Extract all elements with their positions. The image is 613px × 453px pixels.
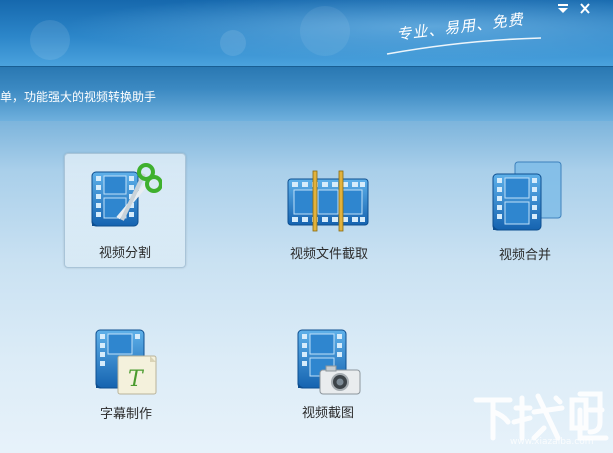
watermark-logo bbox=[473, 391, 609, 441]
app-header: 专业、易用、免费 bbox=[0, 0, 613, 66]
tool-label: 视频文件截取 bbox=[289, 247, 368, 262]
bubble-decoration bbox=[30, 20, 70, 60]
bubble-decoration bbox=[300, 6, 350, 56]
tool-label: 字幕制作 bbox=[99, 407, 152, 422]
swoosh-decoration bbox=[386, 37, 542, 55]
tool-label: 视频截图 bbox=[301, 406, 354, 421]
tool-label: 视频合并 bbox=[498, 248, 551, 263]
description-bar: 单，功能强大的视频转换助手 bbox=[0, 66, 613, 121]
film-merge-icon bbox=[492, 161, 562, 231]
tool-video-merge[interactable]: 视频合并 bbox=[475, 160, 575, 266]
tool-video-clip[interactable]: 视频文件截取 bbox=[270, 163, 388, 266]
film-clip-icon bbox=[287, 170, 369, 232]
close-icon[interactable] bbox=[578, 0, 592, 14]
watermark-url: www.xiazaiba.com bbox=[510, 437, 594, 447]
tool-label: 视频分割 bbox=[98, 246, 151, 261]
film-camera-icon bbox=[297, 329, 361, 395]
tool-subtitle-make[interactable]: T 字幕制作 bbox=[78, 326, 174, 424]
app-description: 单，功能强大的视频转换助手 bbox=[0, 90, 157, 104]
tool-video-split[interactable]: 视频分割 bbox=[64, 153, 186, 268]
tool-video-screenshot[interactable]: 视频截图 bbox=[282, 326, 374, 424]
film-scissors-icon bbox=[91, 163, 162, 227]
film-subtitle-icon: T bbox=[95, 329, 157, 395]
menu-arrow-icon[interactable] bbox=[556, 0, 570, 13]
bubble-decoration bbox=[220, 30, 246, 56]
svg-text:T: T bbox=[128, 367, 145, 392]
